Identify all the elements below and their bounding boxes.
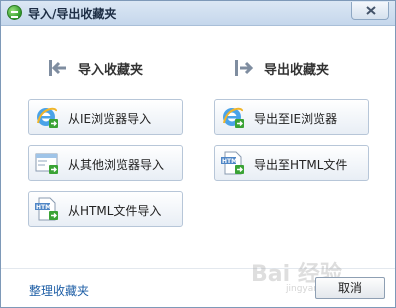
export-to-html-label: 导出至HTML文件 (254, 158, 348, 172)
organize-favorites-link[interactable]: 整理收藏夹 (29, 282, 89, 299)
ie-icon (37, 107, 58, 128)
import-from-other-browser-button[interactable]: 从其他浏览器导入 (28, 145, 183, 181)
import-from-html-button[interactable]: HTM 从HTML文件导入 (28, 191, 183, 227)
cancel-button[interactable]: 取消 (315, 277, 385, 299)
footer-divider (1, 268, 395, 269)
import-export-dialog: 导入/导出收藏夹 导入收藏夹 从IE浏览器导入 从其他浏览器导入 HTM 从HT… (0, 0, 396, 308)
export-icon (235, 60, 254, 76)
html-file-icon: HTM (221, 151, 244, 175)
app-logo-icon (7, 5, 22, 20)
html-file-icon: HTM (35, 197, 58, 221)
svg-text:HTM: HTM (36, 204, 51, 211)
browser-window-icon (35, 153, 58, 174)
title-bar[interactable]: 导入/导出收藏夹 (1, 1, 395, 26)
export-heading-label: 导出收藏夹 (264, 63, 330, 78)
window-title: 导入/导出收藏夹 (28, 7, 117, 21)
import-from-html-label: 从HTML文件导入 (68, 204, 162, 218)
import-from-other-browser-label: 从其他浏览器导入 (68, 158, 165, 172)
import-from-ie-label: 从IE浏览器导入 (68, 112, 152, 126)
import-from-ie-button[interactable]: 从IE浏览器导入 (28, 99, 183, 135)
export-to-ie-label: 导出至IE浏览器 (254, 112, 338, 126)
close-button[interactable] (351, 2, 389, 20)
import-heading-label: 导入收藏夹 (78, 63, 144, 78)
export-to-html-button[interactable]: HTM 导出至HTML文件 (214, 145, 369, 181)
close-icon (366, 6, 376, 15)
export-to-ie-button[interactable]: 导出至IE浏览器 (214, 99, 369, 135)
import-icon (49, 60, 66, 76)
ie-icon (223, 107, 244, 128)
svg-text:HTM: HTM (222, 158, 237, 165)
